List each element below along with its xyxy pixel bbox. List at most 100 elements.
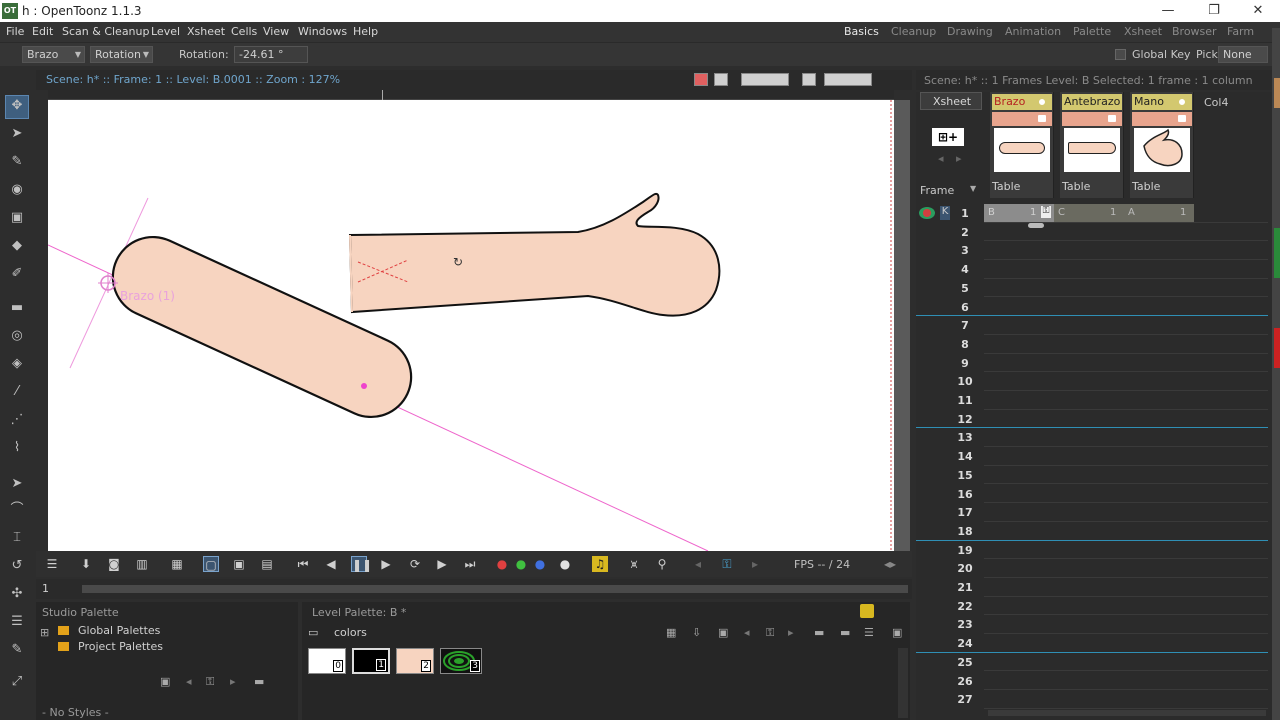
- last-frame-icon[interactable]: ⏭: [462, 556, 478, 572]
- expand-icon[interactable]: ⊞: [40, 626, 49, 639]
- prev-key-icon[interactable]: ◂: [690, 556, 706, 572]
- xsheet-row[interactable]: 18: [916, 522, 1272, 541]
- menu-cells[interactable]: Cells: [231, 25, 257, 38]
- menu-help[interactable]: Help: [353, 25, 378, 38]
- row-number[interactable]: 10: [950, 375, 980, 388]
- column-brazo[interactable]: Brazo Table: [990, 92, 1054, 198]
- row-number[interactable]: 27: [950, 693, 980, 706]
- first-frame-icon[interactable]: ⏮: [295, 556, 311, 572]
- frame-grid-icon[interactable]: ▦: [169, 556, 185, 572]
- pegbar-label[interactable]: Table: [1062, 180, 1090, 193]
- camera-icon[interactable]: ◙: [106, 556, 122, 572]
- row-number[interactable]: 5: [950, 282, 980, 295]
- xsheet-row[interactable]: 9: [916, 354, 1272, 373]
- row-number[interactable]: 4: [950, 263, 980, 276]
- row-number[interactable]: 15: [950, 469, 980, 482]
- frame-slider[interactable]: 1: [36, 579, 912, 599]
- key-icon[interactable]: ⚿: [719, 556, 735, 572]
- xsheet-row[interactable]: 26: [916, 672, 1272, 691]
- compare-icon[interactable]: ▥: [134, 556, 150, 572]
- xsheet-row[interactable]: 3: [916, 241, 1272, 261]
- row-number[interactable]: 11: [950, 394, 980, 407]
- preview-toggle-icon[interactable]: [694, 73, 708, 86]
- hook-tool-icon[interactable]: ⤢: [7, 672, 27, 692]
- bender-tool-icon[interactable]: ⌶: [7, 528, 27, 548]
- column-antebrazo[interactable]: Antebrazo Table: [1060, 92, 1124, 198]
- pause-icon[interactable]: ❚❚: [351, 556, 372, 572]
- style-chip-1[interactable]: 1: [352, 648, 390, 674]
- room-browser[interactable]: Browser: [1172, 25, 1217, 38]
- menu-level[interactable]: Level: [151, 25, 180, 38]
- xsheet-row[interactable]: 15: [916, 466, 1272, 485]
- xsheet-row[interactable]: 10: [916, 372, 1272, 391]
- menu-icon[interactable]: ☰: [864, 626, 874, 639]
- xsheet-row[interactable]: 5: [916, 279, 1272, 298]
- xsheet-row[interactable]: 16: [916, 485, 1272, 504]
- pinch-tool-icon[interactable]: ⌇: [7, 438, 27, 458]
- eye-icon[interactable]: [1177, 97, 1187, 107]
- row-number[interactable]: 21: [950, 581, 980, 594]
- row-number[interactable]: 12: [950, 413, 980, 426]
- magnet-tool-icon[interactable]: ⌒: [7, 500, 27, 520]
- row-number[interactable]: 22: [950, 600, 980, 613]
- xsheet-row[interactable]: 17: [916, 503, 1272, 522]
- tree-item-project-palettes[interactable]: Project Palettes: [78, 640, 163, 653]
- fill-tool-icon[interactable]: ◆: [7, 236, 27, 256]
- xsheet-row[interactable]: 6: [916, 298, 1272, 317]
- room-farm[interactable]: Farm: [1227, 25, 1254, 38]
- camstand-toggle[interactable]: [1132, 112, 1192, 126]
- fps-slider-icon[interactable]: ◂▸: [878, 556, 902, 572]
- column-mano[interactable]: Mano Table: [1130, 92, 1194, 198]
- xsheet-row[interactable]: 19: [916, 541, 1272, 560]
- safe-area-toggle-icon[interactable]: [741, 73, 789, 86]
- row-number[interactable]: 14: [950, 450, 980, 463]
- style-chip-3[interactable]: 3: [440, 648, 482, 674]
- xsheet-row[interactable]: 8: [916, 335, 1272, 354]
- object-combo[interactable]: Brazo ▼: [22, 46, 85, 63]
- camstand-toggle[interactable]: [992, 112, 1052, 126]
- room-basics[interactable]: Basics: [844, 25, 879, 38]
- selection-tool-icon[interactable]: ➤: [7, 124, 27, 144]
- style-chip-2[interactable]: 2: [396, 648, 434, 674]
- zoom-icon[interactable]: ⚲: [654, 556, 670, 572]
- xsheet-row[interactable]: 13: [916, 428, 1272, 448]
- pegbar-label[interactable]: Table: [1132, 180, 1160, 193]
- field-guide-icon[interactable]: [802, 73, 816, 86]
- camstand-toggle[interactable]: [1062, 112, 1122, 126]
- pick-combo[interactable]: None: [1218, 46, 1268, 63]
- xsheet-row[interactable]: 21: [916, 578, 1272, 597]
- viewer-ruler[interactable]: [48, 90, 894, 100]
- animate-tool-icon[interactable]: ✥: [5, 95, 29, 119]
- xsheet-row[interactable]: 27: [916, 690, 1272, 709]
- view-mode-icon[interactable]: ▬: [254, 675, 264, 688]
- drawing-canvas[interactable]: ↻ Brazo (1): [48, 100, 894, 551]
- pegbar-label[interactable]: Table: [992, 180, 1020, 193]
- row-number[interactable]: 16: [950, 488, 980, 501]
- prev-key-icon[interactable]: ◂: [744, 626, 750, 639]
- red-channel-icon[interactable]: ●: [494, 556, 510, 572]
- histogram-icon[interactable]: ⩙: [626, 556, 642, 572]
- xsheet-row[interactable]: 4: [916, 260, 1272, 279]
- blue-channel-icon[interactable]: ●: [532, 556, 548, 572]
- skeleton-tool-icon[interactable]: ☰: [7, 612, 27, 632]
- menu-windows[interactable]: Windows: [298, 25, 347, 38]
- new-column-icon[interactable]: ⊞+: [932, 128, 964, 146]
- palette-save-icon[interactable]: ▣: [718, 626, 728, 639]
- xsheet-row[interactable]: 14: [916, 447, 1272, 466]
- sound-icon[interactable]: ♫: [592, 556, 608, 572]
- global-key-checkbox[interactable]: [1115, 49, 1126, 60]
- lock-palette-icon[interactable]: [860, 604, 874, 618]
- xsheet-row[interactable]: 2: [916, 223, 1272, 242]
- row-number[interactable]: 17: [950, 506, 980, 519]
- row-number[interactable]: 13: [950, 431, 980, 444]
- row-number[interactable]: 23: [950, 618, 980, 631]
- row-number[interactable]: 6: [950, 301, 980, 314]
- key-icon[interactable]: ⚿: [766, 626, 774, 640]
- menu-scan-cleanup[interactable]: Scan & Cleanup: [62, 25, 149, 38]
- geometric-tool-icon[interactable]: ◉: [7, 180, 27, 200]
- rotation-field[interactable]: -24.61 °: [234, 46, 308, 63]
- camera-stand-view-icon[interactable]: ▢: [203, 556, 219, 572]
- empty-column-label[interactable]: Col4: [1204, 96, 1228, 109]
- camera-view-icon[interactable]: ▤: [259, 556, 275, 572]
- palette-save-as-icon[interactable]: ⇩: [692, 626, 701, 639]
